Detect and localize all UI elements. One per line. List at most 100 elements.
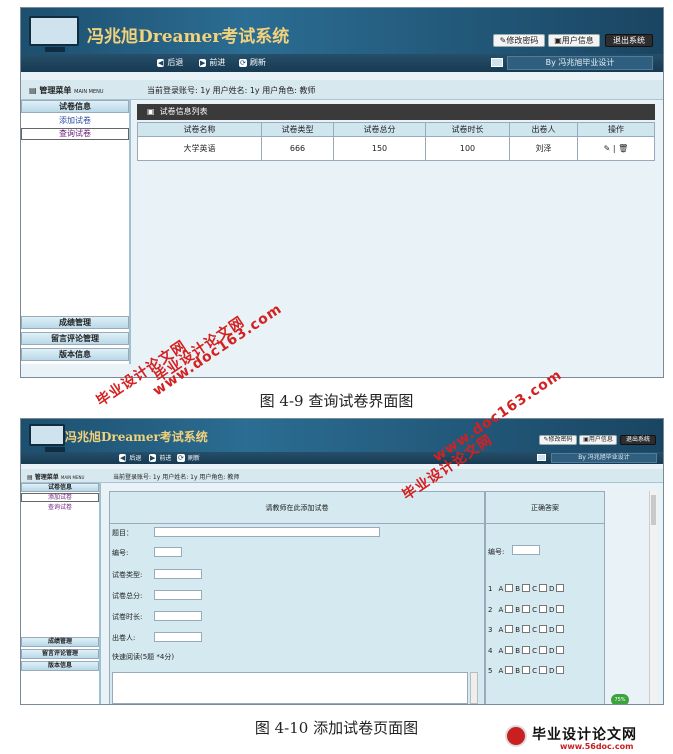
app-header: 冯兆旭Dreamer考试系统 ✎修改密码 ▣用户信息 退出系统 — [21, 8, 663, 54]
zoom-badge: 75% — [611, 694, 629, 704]
sidebar-section-comments[interactable]: 留言评论管理 — [21, 332, 129, 345]
user-info-button[interactable]: ▣用户信息 — [579, 435, 617, 445]
answer-title: 正确答案 — [486, 492, 604, 524]
sidebar-section-grades[interactable]: 成绩管理 — [21, 637, 99, 647]
topic-label: 题目： — [112, 529, 133, 537]
cell-actions: ✎ | 🗑 — [577, 136, 655, 161]
sidebar-section-exam[interactable]: 试卷信息 — [21, 483, 99, 492]
option-label: A — [498, 667, 504, 675]
option-checkbox[interactable] — [505, 666, 514, 674]
answer-number: 4 — [488, 646, 493, 655]
arrow-right-icon: ▶ — [199, 59, 207, 67]
author-input[interactable] — [154, 632, 202, 642]
option-label: C — [532, 626, 537, 634]
total-input[interactable] — [154, 590, 202, 600]
change-password-button[interactable]: ✎修改密码 — [493, 34, 545, 47]
option-label: D — [548, 667, 555, 675]
forward-button[interactable]: ▶ 前进 — [199, 57, 225, 68]
sidebar-section-version[interactable]: 版本信息 — [21, 661, 99, 671]
option-checkbox[interactable] — [556, 645, 565, 654]
arrow-left-icon: ◀ — [157, 59, 165, 67]
answer-number-input[interactable] — [512, 545, 540, 555]
option-checkbox[interactable] — [538, 584, 547, 592]
type-input[interactable] — [154, 569, 202, 579]
form-title: 请教师在此添加试卷 — [110, 492, 484, 524]
option-checkbox[interactable] — [522, 645, 531, 654]
refresh-button[interactable]: ⟳ 刷新 — [239, 57, 266, 68]
option-checkbox[interactable] — [556, 625, 565, 633]
option-label: D — [548, 585, 555, 593]
back-button[interactable]: ◀ 后退 — [119, 453, 141, 462]
quick-read-textarea[interactable] — [112, 672, 468, 704]
logo-emblem-icon — [505, 725, 527, 747]
user-info-button[interactable]: ▣用户信息 — [548, 34, 600, 47]
option-checkbox[interactable] — [505, 604, 514, 613]
screen-icon — [491, 58, 503, 67]
duration-input[interactable] — [154, 611, 202, 621]
option-checkbox[interactable] — [505, 645, 514, 654]
table-row: 大学英语 666 150 100 刘泽 ✎ | 🗑 — [137, 136, 655, 161]
delete-icon[interactable]: 🗑 — [618, 144, 628, 153]
logout-button[interactable]: 退出系统 — [605, 34, 653, 47]
total-label: 试卷总分: — [112, 592, 143, 600]
textarea-scrollbar[interactable] — [470, 672, 478, 704]
author-label: 出卷人: — [112, 634, 136, 642]
option-checkbox[interactable] — [522, 584, 531, 592]
sidebar-item-query-exam[interactable]: 查询试卷 — [21, 128, 129, 140]
option-checkbox[interactable] — [505, 584, 514, 592]
forward-button[interactable]: ▶ 前进 — [149, 453, 171, 462]
answer-number: 5 — [488, 667, 493, 675]
col-header: 试卷时长 — [425, 122, 510, 137]
option-checkbox[interactable] — [538, 604, 547, 613]
number-label: 编号: — [112, 549, 129, 557]
option-checkbox[interactable] — [505, 625, 514, 633]
option-checkbox[interactable] — [522, 666, 531, 674]
scroll-thumb[interactable] — [651, 495, 656, 525]
screen-icon — [537, 454, 546, 461]
option-checkbox[interactable] — [538, 666, 547, 674]
sidebar-section-version[interactable]: 版本信息 — [21, 348, 129, 361]
page-scrollbar[interactable] — [649, 491, 657, 704]
duration-label: 试卷时长: — [112, 613, 143, 621]
change-password-button[interactable]: ✎修改密码 — [539, 435, 577, 445]
option-label: C — [532, 646, 537, 655]
sidebar-item-add-exam[interactable]: 添加试卷 — [21, 115, 129, 127]
option-checkbox[interactable] — [522, 604, 531, 613]
option-label: A — [498, 646, 504, 655]
option-checkbox[interactable] — [556, 604, 565, 613]
answer-number: 3 — [488, 626, 493, 634]
refresh-icon: ⟳ — [177, 454, 185, 462]
topic-input[interactable] — [154, 527, 380, 537]
option-label: D — [548, 646, 555, 655]
col-header: 试卷总分 — [333, 122, 426, 137]
logout-button[interactable]: 退出系统 — [620, 435, 656, 445]
sidebar-section-grades[interactable]: 成绩管理 — [21, 316, 129, 329]
option-checkbox[interactable] — [522, 625, 531, 633]
nav-bar: ◀ 后退 ▶ 前进 ⟳ 刷新 By 冯兆旭毕业设计 — [21, 54, 663, 72]
option-checkbox[interactable] — [538, 625, 547, 633]
type-label: 试卷类型: — [112, 571, 143, 579]
option-checkbox[interactable] — [556, 666, 565, 674]
logo-text-url: www.56doc.com — [560, 742, 634, 751]
menu-title: ▤ 管理菜单 MAIN MENU — [27, 474, 85, 481]
option-label: B — [515, 605, 521, 614]
monitor-icon — [29, 424, 65, 452]
sidebar-item-add-exam[interactable]: 添加试卷 — [21, 493, 99, 502]
back-button[interactable]: ◀ 后退 — [157, 57, 183, 68]
sidebar-section-exam[interactable]: 试卷信息 — [21, 100, 129, 113]
answer-number: 1 — [488, 585, 493, 593]
option-checkbox[interactable] — [556, 584, 565, 592]
refresh-button[interactable]: ⟳ 刷新 — [177, 453, 200, 462]
list-icon: ▣ — [147, 107, 155, 116]
edit-icon[interactable]: ✎ — [604, 144, 611, 153]
col-header: 试卷类型 — [261, 122, 334, 137]
nav-bar: ◀ 后退 ▶ 前进 ⟳ 刷新 By 冯兆旭毕业设计 — [21, 452, 663, 464]
option-label: D — [548, 626, 555, 634]
logo-text-cn: 毕业设计论文网 — [532, 727, 637, 743]
by-label: By 冯兆旭毕业设计 — [551, 453, 657, 463]
sidebar-item-query-exam[interactable]: 查询试卷 — [21, 503, 99, 512]
sidebar-section-comments[interactable]: 留言评论管理 — [21, 649, 99, 659]
option-checkbox[interactable] — [538, 645, 547, 654]
col-header: 出卷人 — [509, 122, 578, 137]
number-input[interactable] — [154, 547, 182, 557]
